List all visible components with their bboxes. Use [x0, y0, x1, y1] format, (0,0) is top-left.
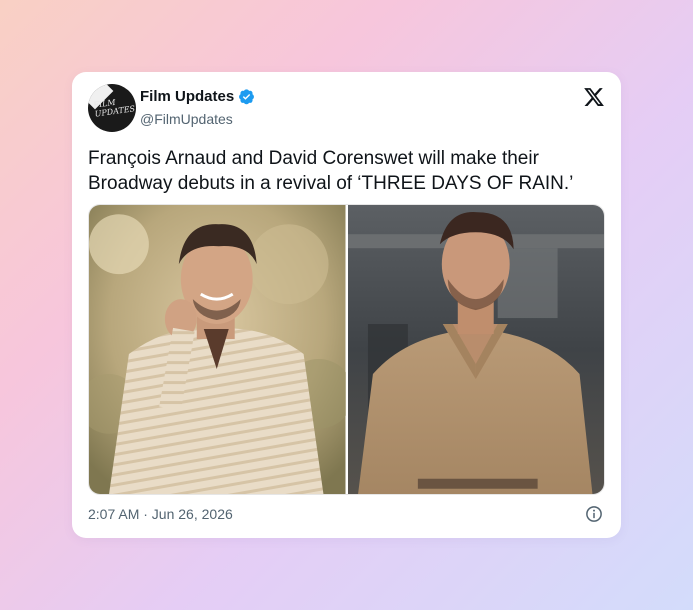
display-name[interactable]: Film Updates [140, 88, 234, 105]
avatar[interactable]: FILM UPDATES [88, 84, 136, 132]
media-grid [88, 204, 605, 495]
handle[interactable]: @FilmUpdates [140, 111, 233, 127]
tweet-card: FILM UPDATES Film Updates @FilmUpdates Fr… [72, 72, 621, 538]
photo-david-corenswet[interactable] [347, 205, 604, 494]
tweet-timestamp[interactable]: 2:07 AM · Jun 26, 2026 [88, 506, 233, 522]
x-logo-icon[interactable] [583, 86, 605, 108]
name-row: Film Updates [140, 88, 255, 105]
verified-badge-icon [239, 89, 255, 105]
info-icon[interactable] [585, 505, 603, 523]
photo-francois-arnaud[interactable] [89, 205, 346, 494]
tweet-text: François Arnaud and David Corenswet will… [88, 148, 574, 194]
